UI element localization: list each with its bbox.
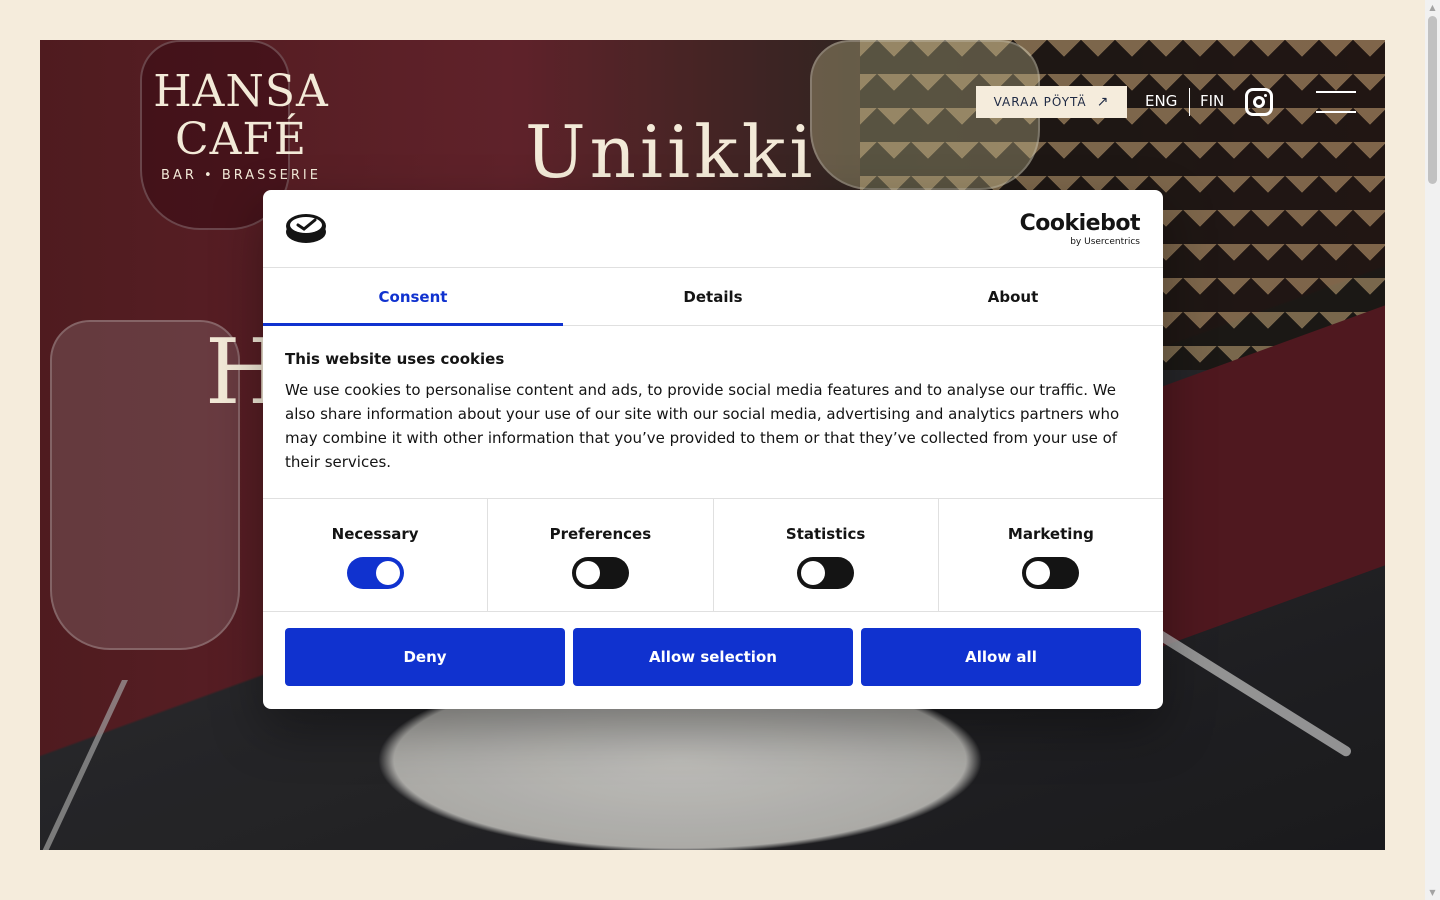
dialog-header: Cookiebot by Usercentrics [263, 190, 1163, 268]
toggle-statistics[interactable] [797, 557, 855, 589]
cookiebot-brand[interactable]: Cookiebot by Usercentrics [1019, 211, 1141, 248]
toggle-preferences-cell: Preferences [488, 499, 714, 611]
page-scrollbar[interactable]: ▲ ▼ [1425, 0, 1440, 900]
toggle-marketing-label: Marketing [1007, 525, 1094, 543]
toggle-marketing-cell: Marketing [939, 499, 1163, 611]
cookiebot-logo-icon [286, 214, 326, 243]
toggle-preferences-label: Preferences [549, 525, 652, 543]
toggle-marketing[interactable] [1022, 557, 1080, 589]
scroll-thumb[interactable] [1428, 16, 1437, 184]
tab-consent[interactable]: Consent [263, 268, 563, 326]
site-logo[interactable]: HANSA CAFÉ BAR • BRASSERIE [90, 66, 392, 184]
logo-tagline: BAR • BRASSERIE [161, 168, 321, 183]
toggle-statistics-label: Statistics [785, 525, 866, 543]
scroll-up-icon[interactable]: ▲ [1425, 0, 1440, 15]
consent-body: We use cookies to personalise content an… [285, 381, 1120, 471]
hero-heading: Uniikki [525, 110, 817, 194]
consent-title: This website uses cookies [285, 350, 505, 368]
dialog-tabs: Consent Details About [263, 268, 1163, 326]
reserve-table-button[interactable]: VARAA PÖYTÄ ↗ [976, 86, 1127, 118]
logo-wordmark: HANSA CAFÉ [153, 66, 329, 165]
instagram-icon[interactable] [1245, 88, 1273, 116]
cookiebot-wordmark: Cookiebot [1019, 211, 1141, 236]
deny-button[interactable]: Deny [285, 628, 565, 686]
tab-details[interactable]: Details [563, 268, 863, 325]
language-divider [1189, 88, 1190, 116]
language-fin-link[interactable]: FIN [1200, 92, 1224, 110]
scroll-down-icon[interactable]: ▼ [1425, 885, 1440, 900]
toggle-necessary-cell: Necessary [263, 499, 489, 611]
toggle-statistics-cell: Statistics [714, 499, 939, 611]
allow-selection-button[interactable]: Allow selection [573, 628, 853, 686]
menu-icon[interactable] [1316, 90, 1356, 114]
language-eng-link[interactable]: ENG [1145, 92, 1177, 110]
allow-all-button[interactable]: Allow all [861, 628, 1141, 686]
consent-toggles: Necessary Preferences Statistics Marketi… [263, 499, 1163, 612]
tab-about[interactable]: About [863, 268, 1163, 325]
toggle-preferences[interactable] [571, 557, 629, 589]
consent-actions: Deny Allow selection Allow all [263, 612, 1163, 702]
cookiebot-byline: by Usercentrics [1070, 237, 1140, 247]
toggle-necessary[interactable] [346, 557, 404, 589]
arrow-up-right-icon: ↗ [1096, 94, 1110, 110]
toggle-necessary-label: Necessary [331, 525, 419, 543]
cookie-consent-dialog: Cookiebot by Usercentrics Consent Detail… [263, 190, 1163, 709]
consent-content: This website uses cookies We use cookies… [263, 326, 1163, 499]
reserve-table-label: VARAA PÖYTÄ [993, 95, 1087, 109]
